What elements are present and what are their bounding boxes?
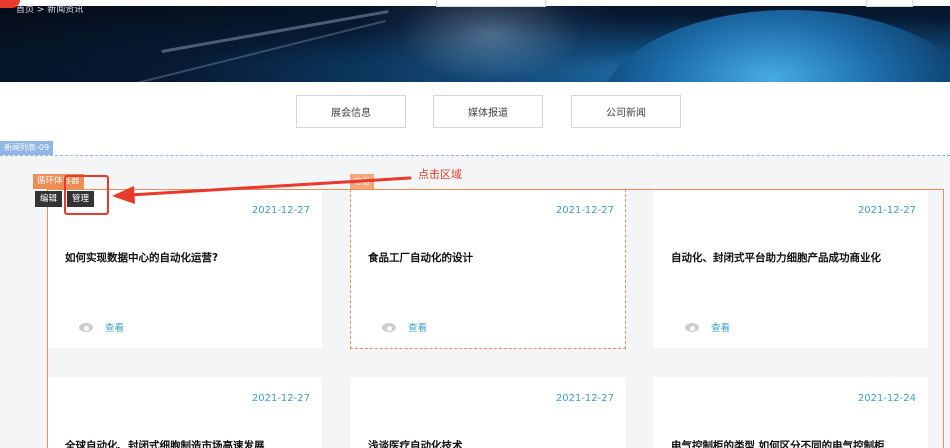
click-area-highlight — [64, 175, 109, 215]
hero-banner — [0, 0, 950, 82]
hover-container-outline — [350, 189, 626, 349]
top-menu-button[interactable] — [866, 0, 913, 7]
tab-exhibition-info[interactable]: 展会信息 — [296, 95, 406, 128]
tab-media-reports[interactable]: 媒体报道 — [433, 95, 543, 128]
breadcrumb[interactable]: 首页 > 新闻资讯 — [16, 5, 83, 15]
section-tag: 新闻列表-09 — [0, 141, 54, 155]
page: 首页 > 新闻资讯 展会信息 媒体报道 公司新闻 新闻列表-09 2021-12… — [0, 0, 950, 448]
section-divider — [0, 155, 950, 156]
banner-glow — [360, 0, 620, 82]
top-search-box[interactable] — [436, 0, 546, 7]
click-area-annotation: 点击区域 — [418, 168, 462, 181]
container-tag: 容器 — [350, 174, 374, 189]
banner-globe — [600, 10, 950, 82]
tab-company-news[interactable]: 公司新闻 — [571, 95, 681, 128]
banner-streak — [104, 19, 386, 82]
edit-button[interactable]: 编辑 — [35, 191, 63, 207]
